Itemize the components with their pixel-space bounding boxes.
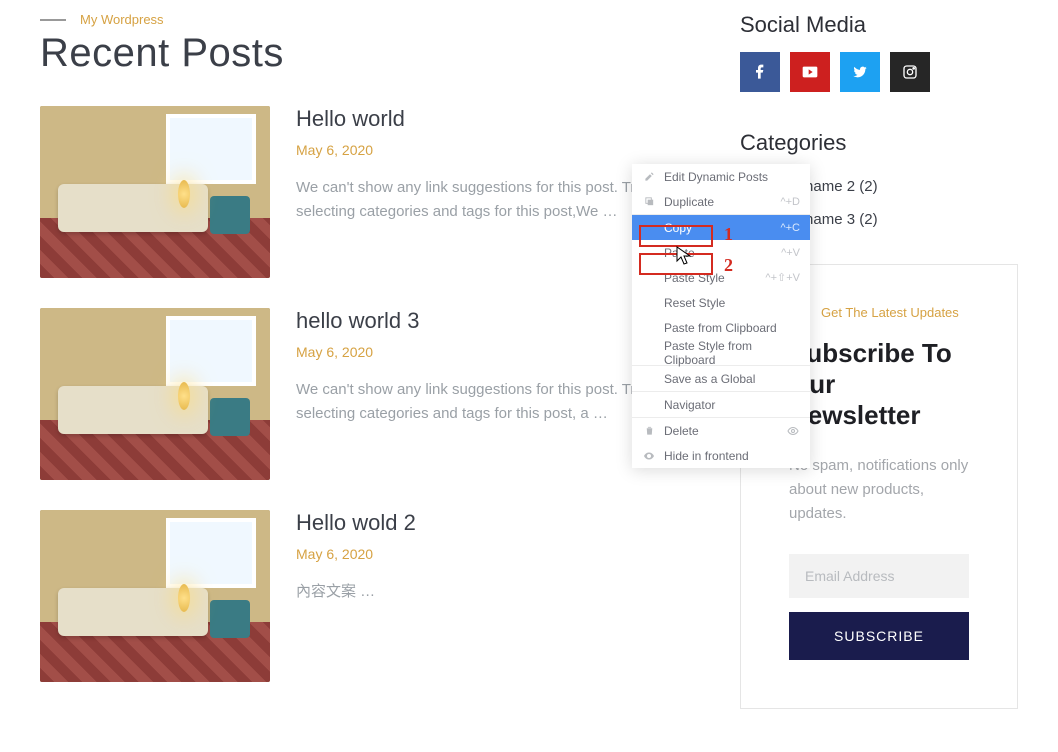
post-excerpt: 內容文案 … — [296, 580, 680, 604]
ctx-delete[interactable]: Delete — [632, 418, 810, 443]
ctx-item-label: Save as a Global — [664, 372, 800, 386]
ctx-item-label: Copy — [664, 221, 772, 235]
annotation-number-2: 2 — [724, 255, 733, 276]
copy-icon — [642, 196, 656, 207]
ctx-paste-style-from-clipboard[interactable]: Paste Style from Clipboard — [632, 340, 810, 365]
newsletter-description: No spam, notifications only about new pr… — [789, 454, 969, 526]
ctx-save-as-global[interactable]: Save as a Global — [632, 366, 810, 391]
social-media-title: Social Media — [740, 12, 1018, 38]
ctx-paste[interactable]: Paste ^+V — [632, 240, 810, 265]
post-item: Hello wold 2 May 6, 2020 內容文案 … — [40, 510, 680, 682]
ctx-shortcut: ^+D — [780, 196, 800, 208]
ctx-item-label: Navigator — [664, 398, 800, 412]
facebook-icon[interactable] — [740, 52, 780, 92]
trash-icon — [642, 425, 656, 436]
twitter-icon[interactable] — [840, 52, 880, 92]
ctx-paste-style[interactable]: Paste Style ^+⇧+V — [632, 265, 810, 290]
eye-open-icon — [642, 450, 656, 462]
post-title[interactable]: Hello wold 2 — [296, 510, 680, 536]
ctx-item-label: Paste Style — [664, 271, 757, 285]
post-thumbnail[interactable] — [40, 106, 270, 278]
ctx-item-label: Reset Style — [664, 296, 800, 310]
post-item: hello world 3 May 6, 2020 We can't show … — [40, 308, 680, 480]
post-date: May 6, 2020 — [296, 546, 680, 562]
ctx-hide-in-frontend[interactable]: Hide in frontend — [632, 443, 810, 468]
context-menu: Edit Dynamic Posts Duplicate ^+D Copy ^+… — [632, 164, 810, 468]
post-excerpt: We can't show any link suggestions for t… — [296, 176, 680, 224]
subscribe-button[interactable]: SUBSCRIBE — [789, 612, 969, 660]
email-field[interactable] — [789, 554, 969, 598]
pencil-icon — [642, 171, 656, 182]
ctx-item-label: Hide in frontend — [664, 449, 800, 463]
ctx-item-label: Paste from Clipboard — [664, 321, 800, 335]
ctx-item-label: Paste Style from Clipboard — [664, 339, 800, 367]
eye-icon — [786, 425, 800, 437]
youtube-icon[interactable] — [790, 52, 830, 92]
ctx-paste-from-clipboard[interactable]: Paste from Clipboard — [632, 315, 810, 340]
ctx-navigator[interactable]: Navigator — [632, 392, 810, 417]
post-thumbnail[interactable] — [40, 510, 270, 682]
post-item: Hello world May 6, 2020 We can't show an… — [40, 106, 680, 278]
post-date: May 6, 2020 — [296, 142, 680, 158]
ctx-reset-style[interactable]: Reset Style — [632, 290, 810, 315]
post-thumbnail[interactable] — [40, 308, 270, 480]
newsletter-eyebrow: Get The Latest Updates — [821, 305, 959, 320]
post-title[interactable]: Hello world — [296, 106, 680, 132]
eyebrow-line — [40, 19, 66, 21]
post-title[interactable]: hello world 3 — [296, 308, 680, 334]
site-eyebrow: My Wordpress — [80, 12, 164, 27]
ctx-shortcut: ^+⇧+V — [765, 271, 800, 284]
annotation-number-1: 1 — [724, 224, 733, 245]
ctx-duplicate[interactable]: Duplicate ^+D — [632, 189, 810, 214]
post-excerpt: We can't show any link suggestions for t… — [296, 378, 680, 426]
newsletter-title: Subscribe To Our Newsletter — [789, 338, 969, 432]
ctx-edit-dynamic-posts[interactable]: Edit Dynamic Posts — [632, 164, 810, 189]
categories-title: Categories — [740, 130, 1018, 156]
ctx-shortcut: ^+C — [780, 222, 800, 234]
mouse-cursor-icon — [676, 246, 692, 271]
instagram-icon[interactable] — [890, 52, 930, 92]
ctx-item-label: Delete — [664, 424, 778, 438]
ctx-copy[interactable]: Copy ^+C — [632, 215, 810, 240]
page-title: Recent Posts — [40, 31, 680, 76]
post-date: May 6, 2020 — [296, 344, 680, 360]
ctx-shortcut: ^+V — [781, 247, 800, 259]
ctx-item-label: Edit Dynamic Posts — [664, 170, 800, 184]
ctx-item-label: Duplicate — [664, 195, 772, 209]
